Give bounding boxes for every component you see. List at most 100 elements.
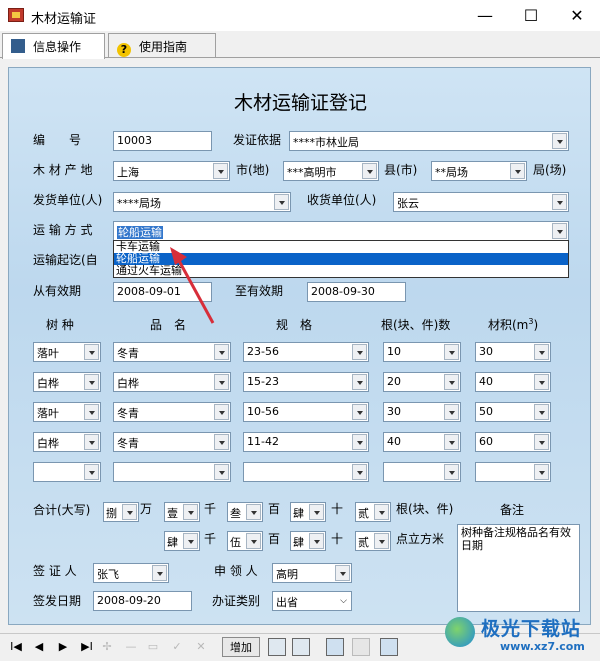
cell-value: 30: [387, 405, 401, 418]
chevron-down-icon: [444, 404, 459, 420]
last-record-button[interactable]: ▶I: [78, 637, 96, 657]
col-volume-text: 材积(m: [488, 318, 529, 332]
table-cell-count[interactable]: [383, 462, 461, 482]
table-cell-species[interactable]: 落叶: [33, 342, 101, 362]
total-digit-select[interactable]: 伍: [227, 531, 263, 551]
county-select[interactable]: **局场: [431, 161, 527, 181]
confirm-icon[interactable]: ✓: [170, 637, 184, 657]
table-cell-spec[interactable]: [243, 462, 369, 482]
table-cell-spec[interactable]: 23-56: [243, 342, 369, 362]
col-spec: 规 格: [276, 318, 313, 332]
chevron-down-icon: [214, 434, 229, 450]
table-cell-species[interactable]: 白桦: [33, 372, 101, 392]
table-cell-species[interactable]: [33, 462, 101, 482]
total-digit-select[interactable]: 肆: [290, 502, 326, 522]
sender-select[interactable]: ****局场: [113, 192, 291, 212]
watermark-logo-icon: [445, 617, 475, 647]
edit-icon[interactable]: ▭: [146, 637, 160, 657]
city-select[interactable]: ***高明市: [283, 161, 379, 181]
table-cell-spec[interactable]: 10-56: [243, 402, 369, 422]
digit-value: 伍: [230, 536, 241, 549]
chevron-down-icon: [534, 434, 549, 450]
help-icon: ?: [117, 43, 131, 57]
number-input[interactable]: 10003: [113, 131, 212, 151]
category-select[interactable]: 出省 ⌵: [272, 591, 352, 611]
insert-icon[interactable]: ✢: [100, 637, 114, 657]
digit-value: 叁: [230, 507, 241, 520]
table-cell-species[interactable]: 白桦: [33, 432, 101, 452]
table-cell-count[interactable]: 20: [383, 372, 461, 392]
table-cell-spec[interactable]: 11-42: [243, 432, 369, 452]
applicant-select[interactable]: 高明: [272, 563, 352, 583]
issue-date-input[interactable]: 2008-09-20: [93, 591, 192, 611]
close-button[interactable]: ✕: [554, 0, 600, 31]
zoom-icon[interactable]: [380, 638, 398, 656]
first-record-button[interactable]: I◀: [8, 637, 24, 657]
col-count: 根(块、件)数: [381, 318, 451, 332]
table-cell-volume[interactable]: 40: [475, 372, 551, 392]
chevron-down-icon: [352, 374, 367, 390]
add-button[interactable]: 增加: [222, 637, 260, 657]
table-cell-product[interactable]: 白桦: [113, 372, 231, 392]
table-cell-product[interactable]: 冬青: [113, 432, 231, 452]
search-icon[interactable]: [326, 638, 344, 656]
print-preview-icon[interactable]: [292, 638, 310, 656]
chevron-down-icon: [246, 533, 261, 549]
minimize-button[interactable]: —: [462, 0, 508, 31]
table-cell-volume[interactable]: 50: [475, 402, 551, 422]
cancel-icon[interactable]: ✕: [194, 637, 208, 657]
chevron-down-icon: [84, 434, 99, 450]
table-cell-product[interactable]: [113, 462, 231, 482]
cell-value: 冬青: [117, 437, 139, 450]
chevron-down-icon: [183, 504, 198, 520]
valid-from-label: 从有效期: [33, 284, 82, 298]
cell-value: 40: [479, 375, 493, 388]
transport-select[interactable]: 轮船运输: [113, 221, 569, 241]
tab-user-guide[interactable]: ? 使用指南: [108, 33, 216, 57]
table-cell-count[interactable]: 30: [383, 402, 461, 422]
table-cell-volume[interactable]: 30: [475, 342, 551, 362]
table-cell-volume[interactable]: 60: [475, 432, 551, 452]
farm-label: 局(场): [533, 163, 567, 177]
issuer-select[interactable]: 张飞: [93, 563, 169, 583]
digit-value: 肆: [167, 536, 178, 549]
total-digit-select[interactable]: 肆: [290, 531, 326, 551]
chevron-down-icon: [362, 163, 377, 179]
province-select[interactable]: 上海: [113, 161, 230, 181]
total-digit-select[interactable]: 捌: [103, 502, 139, 522]
play-icon[interactable]: [352, 638, 370, 656]
table-cell-count[interactable]: 40: [383, 432, 461, 452]
cell-value: 11-42: [247, 435, 279, 448]
maximize-button[interactable]: ☐: [508, 0, 554, 31]
col-species: 树 种: [46, 318, 74, 332]
total-digit-select[interactable]: 贰: [355, 531, 391, 551]
total-digit-select[interactable]: 贰: [355, 502, 391, 522]
table-cell-species[interactable]: 落叶: [33, 402, 101, 422]
valid-to-input[interactable]: 2008-09-30: [307, 282, 406, 302]
print-icon[interactable]: [268, 638, 286, 656]
city-value: ***高明市: [287, 166, 337, 179]
table-cell-product[interactable]: 冬青: [113, 402, 231, 422]
next-record-button[interactable]: ▶: [56, 637, 70, 657]
delete-icon[interactable]: —: [124, 637, 138, 657]
cell-value: 冬青: [117, 407, 139, 420]
table-cell-product[interactable]: 冬青: [113, 342, 231, 362]
remarks-textarea[interactable]: 树种备注规格品名有效日期: [457, 524, 580, 612]
tab-info-operation[interactable]: 信息操作: [2, 33, 105, 59]
cell-value: 40: [387, 435, 401, 448]
table-cell-volume[interactable]: [475, 462, 551, 482]
receiver-select[interactable]: 张云: [393, 192, 569, 212]
chevron-down-icon: [352, 464, 367, 480]
prev-record-button[interactable]: ◀: [32, 637, 46, 657]
chevron-down-icon: [534, 404, 549, 420]
table-cell-spec[interactable]: 15-23: [243, 372, 369, 392]
total-digit-select[interactable]: 叁: [227, 502, 263, 522]
cell-value: 15-23: [247, 375, 279, 388]
basis-select[interactable]: ****市林业局: [289, 131, 569, 151]
total-digit-select[interactable]: 壹: [164, 502, 200, 522]
app-icon: [8, 8, 24, 22]
digit-value: 肆: [293, 507, 304, 520]
total-digit-select[interactable]: 肆: [164, 531, 200, 551]
table-cell-count[interactable]: 10: [383, 342, 461, 362]
chevron-down-icon: [335, 565, 350, 581]
